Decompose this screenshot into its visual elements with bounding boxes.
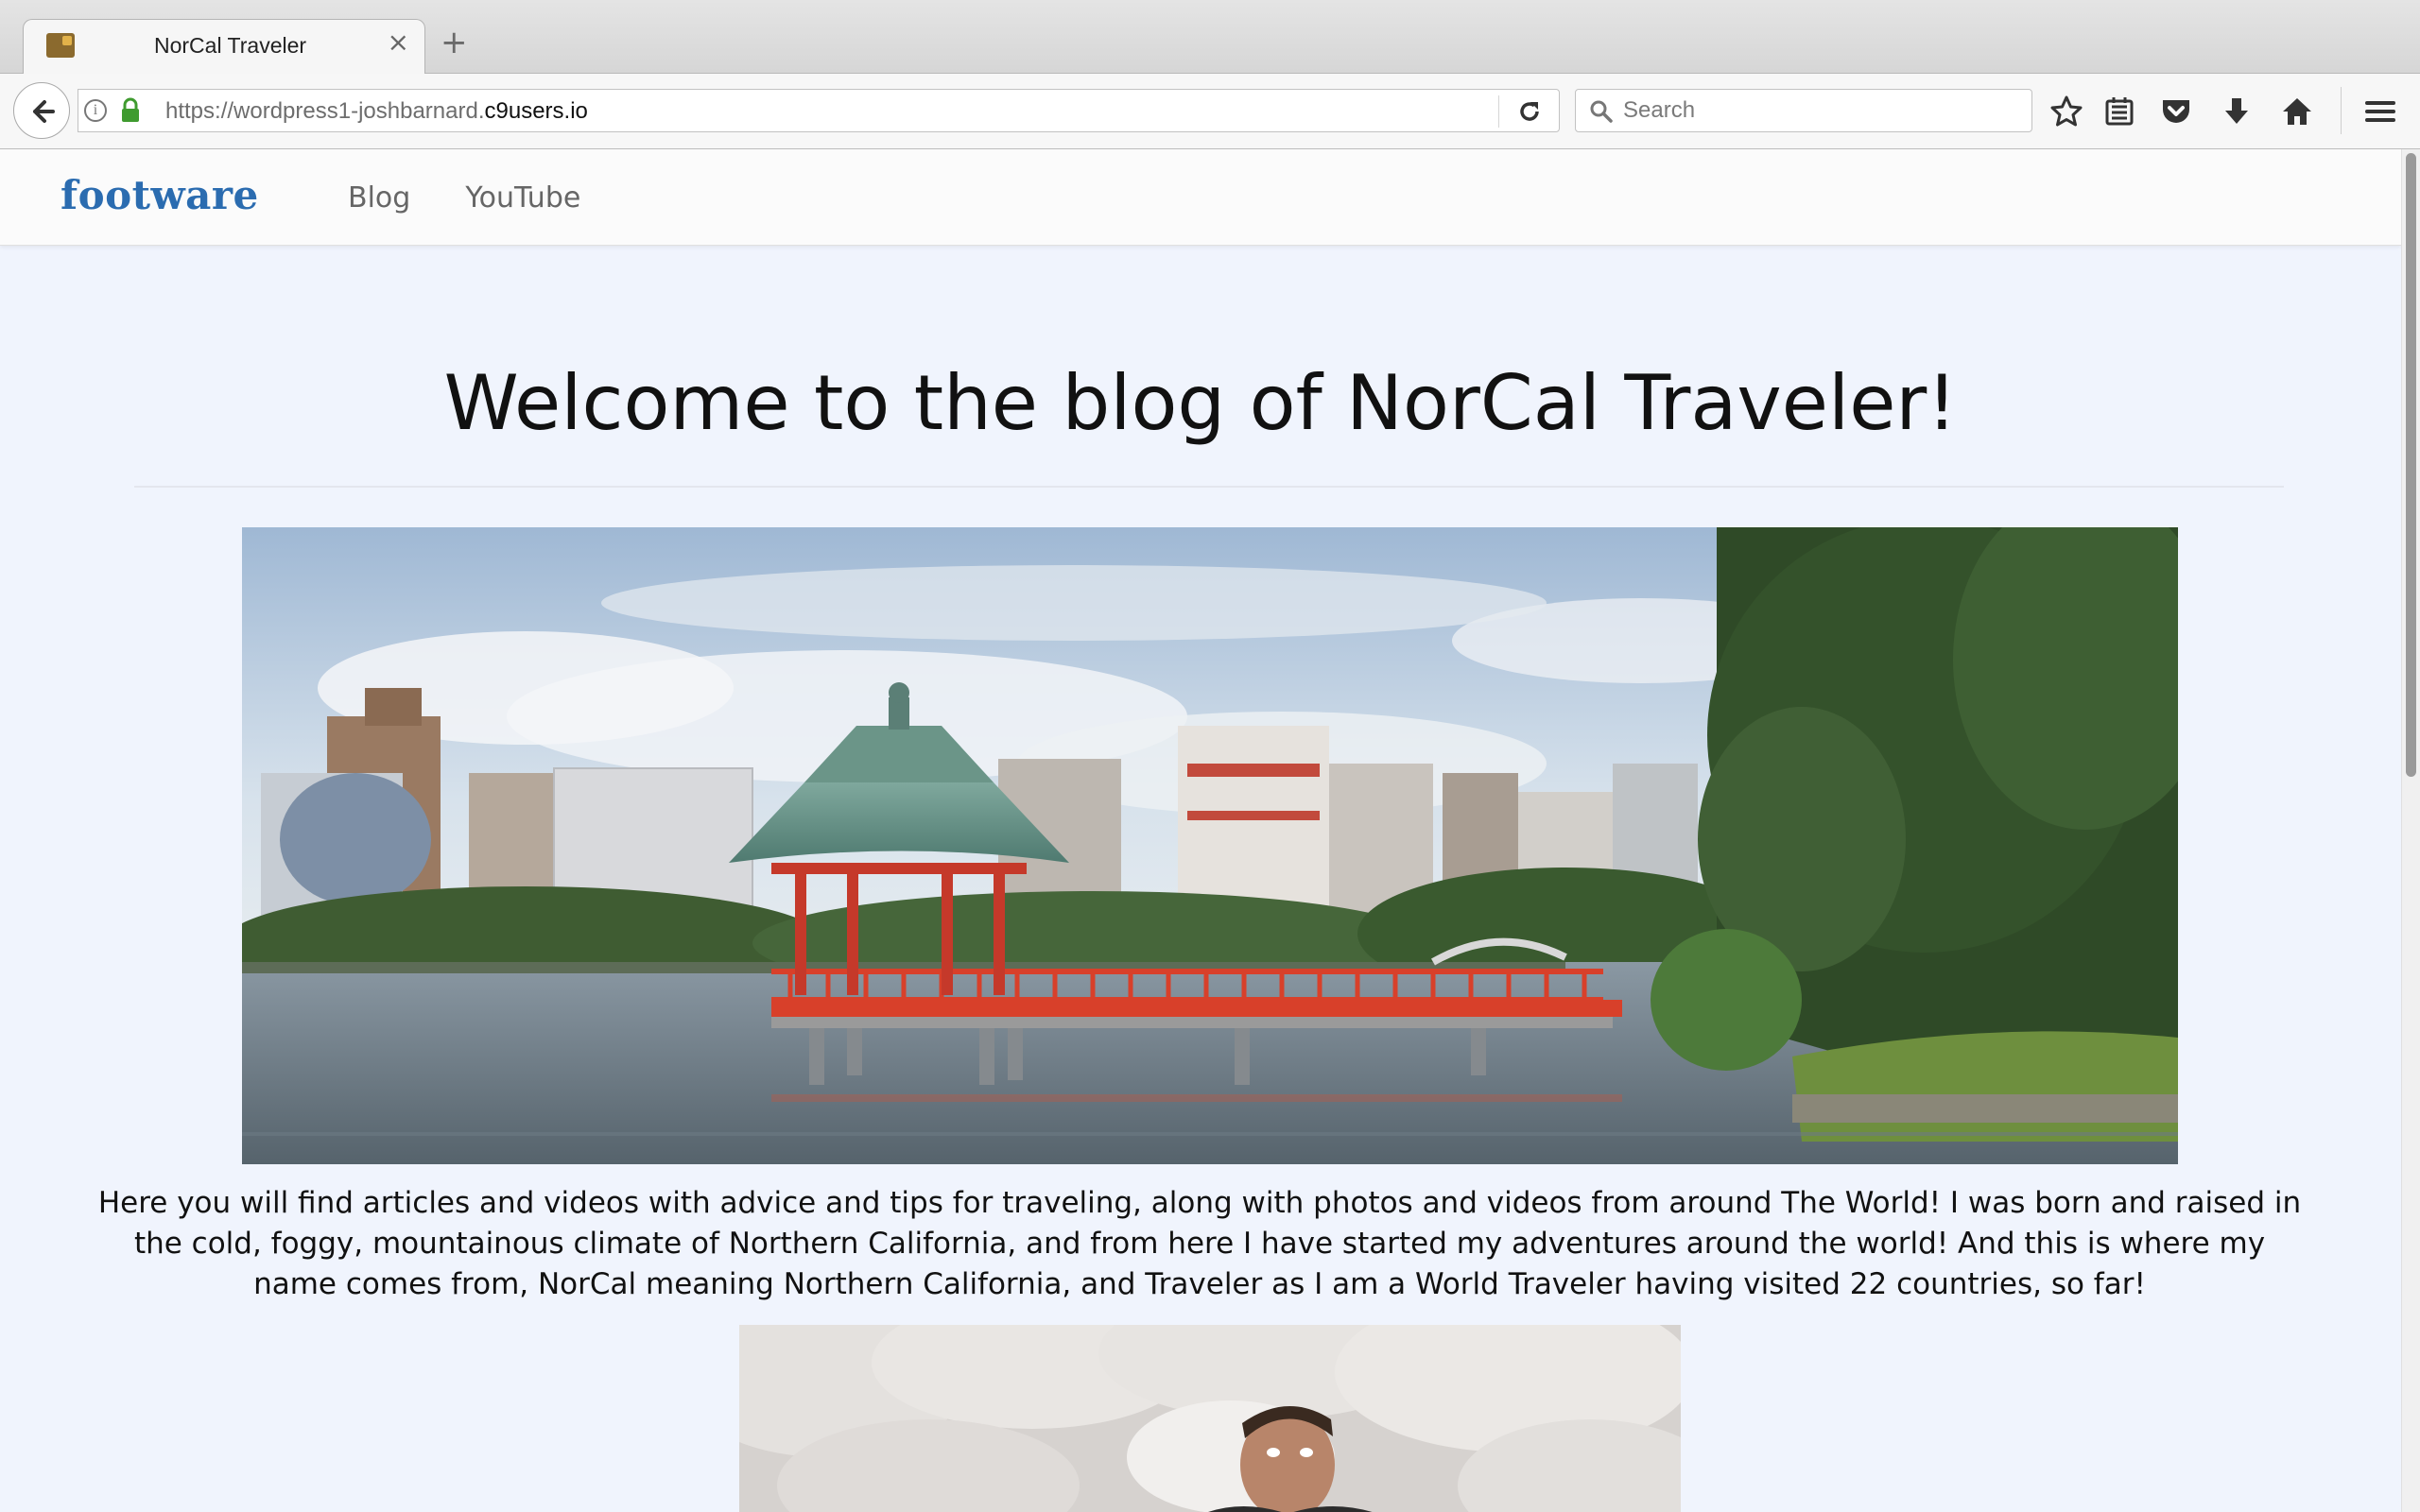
search-icon <box>1590 100 1613 123</box>
browser-toolbar: i https://wordpress1-joshbarnard.c9users… <box>0 74 2420 149</box>
tab-title: NorCal Traveler <box>154 33 307 58</box>
home-icon[interactable] <box>2280 94 2314 129</box>
browser-tab[interactable]: NorCal Traveler × <box>23 19 425 76</box>
site-info-icon[interactable]: i <box>84 99 107 122</box>
url-prefix: https://wordpress1-joshbarnard. <box>165 98 485 124</box>
nav-link-blog[interactable]: Blog <box>348 181 410 215</box>
scrollbar-thumb[interactable] <box>2406 153 2416 777</box>
site-header: footware Blog YouTube <box>0 149 2401 246</box>
back-arrow-icon <box>33 100 55 123</box>
intro-paragraph: Here you will find articles and videos w… <box>97 1186 2302 1301</box>
search-input[interactable] <box>1623 95 2020 126</box>
url-domain: c9users.io <box>484 98 588 124</box>
downloads-icon[interactable] <box>2220 94 2254 129</box>
umbrella-ceiling-photo <box>739 1325 1681 1512</box>
reading-list-icon[interactable] <box>2102 94 2136 129</box>
new-tab-icon[interactable]: + <box>441 26 468 59</box>
site-nav: Blog YouTube <box>348 181 580 215</box>
site-favicon-icon <box>46 33 75 58</box>
address-bar[interactable]: i https://wordpress1-joshbarnard.c9users… <box>78 89 1560 132</box>
secure-lock-icon[interactable] <box>120 97 141 124</box>
site-logo[interactable]: footware <box>60 172 259 218</box>
page-title: Welcome to the blog of NorCal Traveler! <box>443 359 1958 447</box>
bookmark-star-icon[interactable] <box>2049 94 2083 129</box>
blog-photo <box>739 1325 1681 1512</box>
url-separator <box>1498 95 1499 128</box>
lake-pavilion-photo <box>242 527 2178 1164</box>
page-scrollbar[interactable] <box>2401 149 2420 1512</box>
nav-link-youtube[interactable]: YouTube <box>465 181 580 215</box>
hamburger-menu-icon[interactable] <box>2363 94 2397 129</box>
back-button[interactable] <box>13 82 70 139</box>
toolbar-separator <box>2341 87 2342 134</box>
search-bar[interactable] <box>1575 89 2032 132</box>
pocket-icon[interactable] <box>2159 94 2193 129</box>
url-text[interactable]: https://wordpress1-joshbarnard.c9users.i… <box>165 98 588 125</box>
hero-image <box>242 527 2178 1164</box>
page-viewport: footware Blog YouTube Welcome to the blo… <box>0 149 2420 1512</box>
close-tab-icon[interactable]: × <box>388 29 409 56</box>
title-divider <box>134 486 2284 488</box>
reload-icon[interactable] <box>1515 97 1544 126</box>
browser-tab-bar: NorCal Traveler × + <box>0 0 2420 76</box>
